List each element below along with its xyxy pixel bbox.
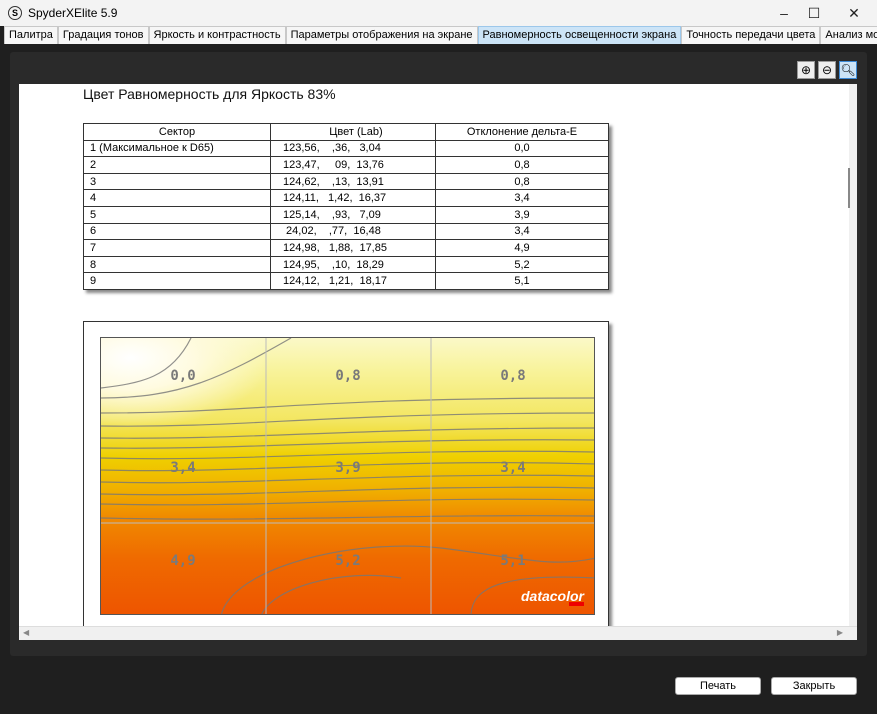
maximize-button[interactable]: ☐: [794, 0, 834, 26]
cell-lab: 124,62, ,13, 13,91: [270, 172, 436, 191]
uniformity-map: 0,0 0,8 0,8 3,4 3,9 3,4 4,9 5,2 5,1 datacolor: [83, 321, 609, 626]
cell-sector: 2: [83, 156, 271, 174]
table-row: 2 123,47, 09, 13,76 0,8: [83, 156, 609, 174]
cell-delta-e: 0,8: [435, 156, 609, 174]
sector-label: 5,2: [335, 553, 361, 569]
cell-delta-e: 5,1: [435, 272, 609, 290]
tab-4[interactable]: Равномерность освещенности экрана: [477, 26, 682, 44]
close-window-button[interactable]: ✕: [834, 0, 874, 26]
table-row: 5 125,14, ,93, 7,09 3,9: [83, 205, 609, 224]
sector-label: 3,4: [500, 460, 526, 476]
header-sector: Сектор: [83, 123, 271, 141]
table-row: 4 124,11, 1,42, 16,37 3,4: [83, 189, 609, 207]
tab-bar: Палитра Градация тонов Яркость и контрастн…: [4, 26, 877, 44]
cell-lab: 125,14, ,93, 7,09: [270, 205, 436, 224]
cell-delta-e: 4,9: [435, 239, 609, 257]
sector-label: 4,9: [170, 553, 196, 569]
cell-delta-e: 0,0: [435, 139, 609, 158]
sector-label: 3,4: [170, 460, 196, 476]
vertical-scrollbar[interactable]: [849, 84, 857, 626]
cell-sector: 8: [83, 255, 271, 274]
report-page: Цвет Равномерность для Яркость 83% Секто…: [19, 84, 849, 626]
cell-sector: 3: [83, 172, 271, 191]
cell-delta-e: 5,2: [435, 255, 609, 274]
zoom-out-icon[interactable]: ⊖: [818, 61, 836, 79]
horizontal-scrollbar[interactable]: ◀ ▶: [19, 626, 857, 640]
scroll-left-icon[interactable]: ◀: [23, 628, 29, 637]
table-row: 9 124,12, 1,21, 18,17 5,1: [83, 272, 609, 290]
cell-sector: 6: [83, 222, 271, 241]
table-row: 7 124,98, 1,88, 17,85 4,9: [83, 239, 609, 257]
tab-0[interactable]: Палитра: [4, 26, 58, 44]
cell-lab: 124,12, 1,21, 18,17: [270, 272, 436, 290]
tab-1[interactable]: Градация тонов: [57, 26, 149, 44]
cell-delta-e: 3,9: [435, 205, 609, 224]
cell-sector: 9: [83, 272, 271, 290]
cell-lab: 123,56, ,36, 3,04: [270, 139, 436, 158]
cell-sector: 7: [83, 239, 271, 257]
tab-2[interactable]: Яркость и контрастность: [148, 26, 286, 44]
vertical-scroll-thumb[interactable]: [848, 168, 850, 208]
window-title: SpyderXElite 5.9: [28, 6, 118, 20]
app-icon: S: [8, 6, 22, 20]
tab-6[interactable]: Анализ монитора: [820, 26, 877, 44]
cell-lab: 124,11, 1,42, 16,37: [270, 189, 436, 207]
zoom-toolbar: ⊕ ⊖ 🔍︎: [797, 61, 857, 79]
uniformity-table: Сектор Цвет (Lab) Отклонение дельта-E 1 …: [83, 123, 609, 290]
sector-label: 0,8: [335, 368, 361, 384]
scroll-right-icon[interactable]: ▶: [837, 628, 843, 637]
contour-plot: 0,0 0,8 0,8 3,4 3,9 3,4 4,9 5,2 5,1 datacolor: [100, 337, 595, 615]
cell-lab: 123,47, 09, 13,76: [270, 156, 436, 174]
report-title: Цвет Равномерность для Яркость 83%: [83, 86, 336, 102]
zoom-in-icon[interactable]: ⊕: [797, 61, 815, 79]
cell-sector: 1 (Максимальное к D65): [83, 139, 271, 158]
tab-5[interactable]: Точность передачи цвета: [681, 26, 821, 44]
header-delta-e: Отклонение дельта-E: [435, 123, 609, 141]
cell-delta-e: 3,4: [435, 189, 609, 207]
datacolor-logo: datacolor: [521, 588, 584, 606]
cell-lab: 24,02, ,77, 16,48: [270, 222, 436, 241]
cell-sector: 5: [83, 205, 271, 224]
zoom-fit-icon[interactable]: 🔍︎: [839, 61, 857, 79]
sector-label: 0,0: [170, 368, 196, 384]
cell-lab: 124,98, 1,88, 17,85: [270, 239, 436, 257]
cell-delta-e: 0,8: [435, 172, 609, 191]
table-row: 8 124,95, ,10, 18,29 5,2: [83, 255, 609, 274]
header-color: Цвет (Lab): [270, 123, 436, 141]
sector-label: 0,8: [500, 368, 526, 384]
table-row: 6 24,02, ,77, 16,48 3,4: [83, 222, 609, 241]
logo-text: datacolor: [520, 588, 584, 604]
cell-lab: 124,95, ,10, 18,29: [270, 255, 436, 274]
cell-delta-e: 3,4: [435, 222, 609, 241]
table-row: 1 (Максимальное к D65) 123,56, ,36, 3,04 0…: [83, 139, 609, 158]
sector-label: 3,9: [335, 460, 361, 476]
cell-sector: 4: [83, 189, 271, 207]
tab-3[interactable]: Параметры отображения на экране: [285, 26, 478, 44]
close-button[interactable]: Закрыть: [771, 677, 857, 695]
print-button[interactable]: Печать: [675, 677, 761, 695]
table-header: Сектор Цвет (Lab) Отклонение дельта-E: [83, 123, 609, 141]
sector-label: 5,1: [500, 553, 526, 569]
table-row: 3 124,62, ,13, 13,91 0,8: [83, 172, 609, 191]
title-bar: S SpyderXElite 5.9 – ☐ ✕: [0, 0, 877, 26]
